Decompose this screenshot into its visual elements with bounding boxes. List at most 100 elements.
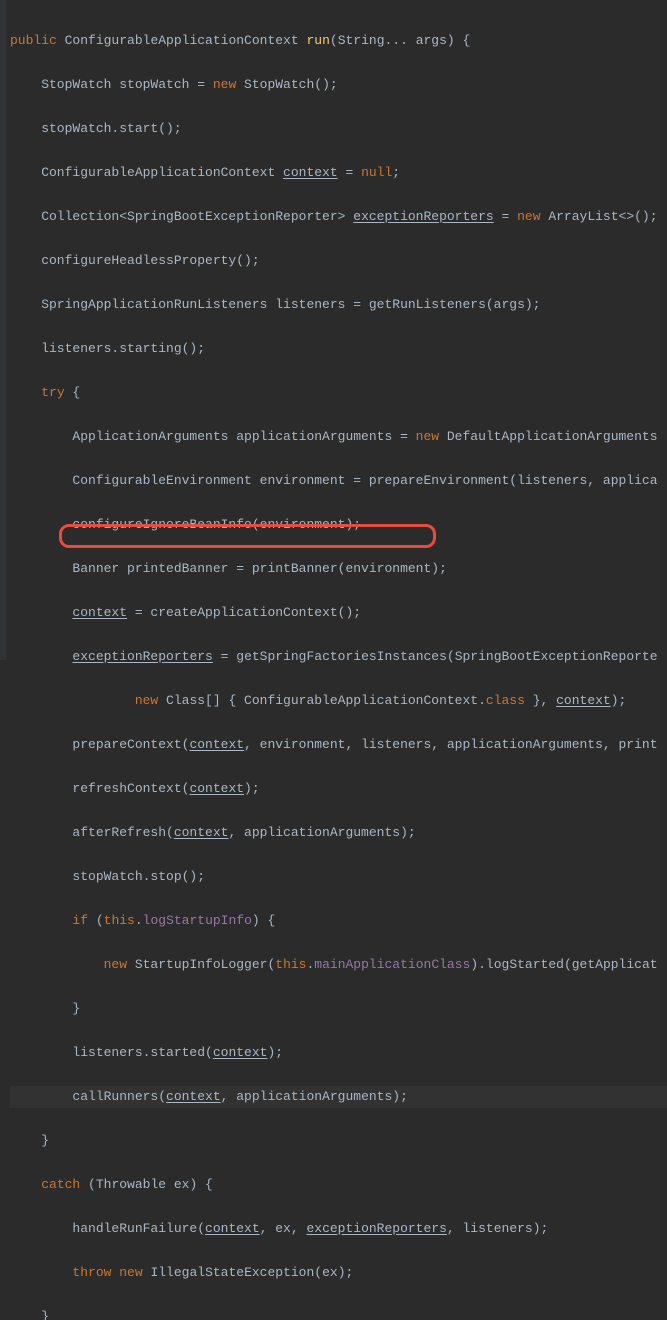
text: stopWatch.stop(); [10, 869, 205, 884]
text: stopWatch.start(); [10, 121, 182, 136]
keyword-new: new [135, 693, 158, 708]
code-line: catch (Throwable ex) { [10, 1174, 667, 1196]
text: ); [244, 781, 260, 796]
keyword-new: new [517, 209, 540, 224]
text: , listeners); [447, 1221, 548, 1236]
var-context: context [189, 781, 244, 796]
keyword-this: this [275, 957, 306, 972]
text: } [10, 1001, 80, 1016]
keyword-public: public [10, 33, 57, 48]
var-context: context [556, 693, 611, 708]
text [10, 1265, 72, 1280]
text: listeners.starting(); [10, 341, 205, 356]
var-context: context [174, 825, 229, 840]
text: configureIgnoreBeanInfo(environment); [10, 517, 361, 532]
var-exception-reporters: exceptionReporters [72, 649, 212, 664]
text: { [65, 385, 81, 400]
code-line: exceptionReporters = getSpringFactoriesI… [10, 646, 667, 668]
text [10, 913, 72, 928]
text: afterRefresh( [10, 825, 174, 840]
text: StopWatch(); [236, 77, 337, 92]
keyword-new: new [213, 77, 236, 92]
text: ArrayList<>(); [541, 209, 658, 224]
text [10, 649, 72, 664]
var-context: context [72, 605, 127, 620]
text: DefaultApplicationArguments [439, 429, 657, 444]
keyword-this: this [104, 913, 135, 928]
editor-gutter [0, 0, 6, 660]
text: , environment, listeners, applicationArg… [244, 737, 657, 752]
text: , applicationArguments); [221, 1089, 408, 1104]
text: . [306, 957, 314, 972]
text: IllegalStateException(ex); [143, 1265, 354, 1280]
text: StopWatch stopWatch = [10, 77, 213, 92]
text: ApplicationArguments applicationArgument… [10, 429, 416, 444]
code-line: throw new IllegalStateException(ex); [10, 1262, 667, 1284]
var-context: context [166, 1089, 221, 1104]
code-line: stopWatch.start(); [10, 118, 667, 140]
text: prepareContext( [10, 737, 189, 752]
text: callRunners( [10, 1089, 166, 1104]
code-line: StopWatch stopWatch = new StopWatch(); [10, 74, 667, 96]
keyword-throw: throw [72, 1265, 111, 1280]
text [10, 957, 104, 972]
code-line: listeners.started(context); [10, 1042, 667, 1064]
text: refreshContext( [10, 781, 189, 796]
text [10, 693, 135, 708]
text: = [494, 209, 517, 224]
var-context: context [213, 1045, 268, 1060]
text [111, 1265, 119, 1280]
code-line: context = createApplicationContext(); [10, 602, 667, 624]
code-line: ApplicationArguments applicationArgument… [10, 426, 667, 448]
text: Class[] { ConfigurableApplicationContext… [158, 693, 486, 708]
text: Collection<SpringBootExceptionReporter> [10, 209, 353, 224]
params: (String... args) { [330, 33, 470, 48]
code-line-highlighted: callRunners(context, applicationArgument… [10, 1086, 667, 1108]
text: , applicationArguments); [228, 825, 415, 840]
code-line: refreshContext(context); [10, 778, 667, 800]
field-mainapplicationclass: mainApplicationClass [314, 957, 470, 972]
text: SpringApplicationRunListeners listeners … [10, 297, 541, 312]
code-line: try { [10, 382, 667, 404]
code-line: Collection<SpringBootExceptionReporter> … [10, 206, 667, 228]
method-name: run [306, 33, 329, 48]
var-context: context [205, 1221, 260, 1236]
text: ; [392, 165, 400, 180]
text: . [135, 913, 143, 928]
code-line: new Class[] { ConfigurableApplicationCon… [10, 690, 667, 712]
keyword-class: class [486, 693, 525, 708]
indent [10, 385, 41, 400]
code-line: configureHeadlessProperty(); [10, 250, 667, 272]
text: ) { [252, 913, 275, 928]
code-line: } [10, 998, 667, 1020]
text: ); [267, 1045, 283, 1060]
keyword-new: new [119, 1265, 142, 1280]
var-exception-reporters: exceptionReporters [353, 209, 493, 224]
code-line: stopWatch.stop(); [10, 866, 667, 888]
text: ); [611, 693, 627, 708]
code-line: ConfigurableApplicationContext context =… [10, 162, 667, 184]
code-line: } [10, 1306, 667, 1320]
text: } [10, 1309, 49, 1320]
code-line: } [10, 1130, 667, 1152]
text: ConfigurableApplicationContext [10, 165, 283, 180]
keyword-null: null [361, 165, 392, 180]
code-line: if (this.logStartupInfo) { [10, 910, 667, 932]
text: StartupInfoLogger( [127, 957, 275, 972]
code-line: ConfigurableEnvironment environment = pr… [10, 470, 667, 492]
return-type: ConfigurableApplicationContext [65, 33, 299, 48]
keyword-new: new [104, 957, 127, 972]
text: ( [88, 913, 104, 928]
code-line: prepareContext(context, environment, lis… [10, 734, 667, 756]
code-line: afterRefresh(context, applicationArgumen… [10, 822, 667, 844]
var-context: context [283, 165, 338, 180]
text: = createApplicationContext(); [127, 605, 361, 620]
keyword-try: try [41, 385, 64, 400]
code-editor[interactable]: public ConfigurableApplicationContext ru… [0, 0, 667, 1320]
text [10, 1177, 41, 1192]
field-logstartupinfo: logStartupInfo [143, 913, 252, 928]
var-exception-reporters: exceptionReporters [306, 1221, 446, 1236]
code-line: handleRunFailure(context, ex, exceptionR… [10, 1218, 667, 1240]
code-line: Banner printedBanner = printBanner(envir… [10, 558, 667, 580]
var-context: context [189, 737, 244, 752]
